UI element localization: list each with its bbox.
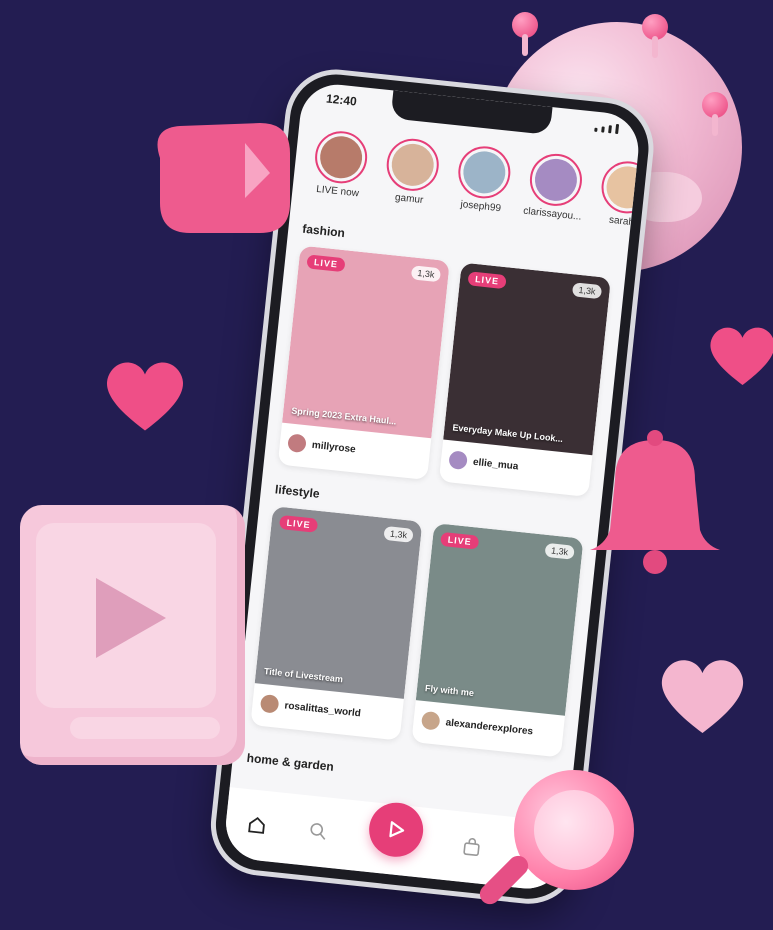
avatar [448, 450, 468, 471]
view-count: 1,3k [383, 525, 414, 543]
story-gamur[interactable]: gamur [378, 136, 447, 208]
live-badge: LIVE [278, 514, 319, 533]
stream-card[interactable]: LIVE 1,3k Spring 2023 Extra Haul... mill… [277, 245, 450, 481]
stream-title: Title of Livestream [263, 666, 344, 685]
lifestyle-row: LIVE 1,3k Title of Livestream rosalittas… [250, 506, 584, 758]
stream-card[interactable]: LIVE 1,3k Fly with me alexanderexplores [411, 523, 584, 758]
stream-title: Fly with me [424, 683, 475, 699]
home-icon[interactable] [244, 812, 270, 838]
story-live[interactable]: LIVE now [306, 128, 375, 200]
avatar [461, 149, 508, 196]
stories-row: LIVE now gamur joseph99 clarissayou... s… [306, 128, 643, 230]
section-title-lifestyle: lifestyle [274, 482, 321, 501]
bubble-decoration [157, 123, 290, 233]
view-count: 1,3k [410, 265, 442, 283]
status-time: 12:40 [325, 91, 358, 109]
pin-icon [702, 92, 728, 136]
live-badge: LIVE [467, 271, 507, 290]
bell-icon [590, 430, 720, 574]
stream-card[interactable]: LIVE 1,3k Title of Livestream rosalittas… [250, 506, 423, 741]
stream-username: millyrose [311, 439, 357, 455]
play-icon[interactable] [366, 800, 426, 860]
stream-username: rosalittas_world [283, 699, 362, 719]
avatar [259, 693, 280, 714]
stream-username: ellie_mua [472, 456, 519, 472]
section-title-home: home & garden [246, 750, 335, 774]
heart-icon [705, 320, 773, 390]
story-clarissayou[interactable]: clarissayou... [521, 151, 590, 223]
live-badge: LIVE [440, 531, 480, 550]
stream-title: Everyday Make Up Look... [451, 422, 564, 445]
signal-icon [594, 122, 620, 135]
play-box-decoration [20, 505, 245, 765]
live-badge: LIVE [306, 254, 346, 273]
scene: 12:40 LIVE now gamur joseph99 clarissayo… [0, 0, 773, 930]
heart-icon [655, 650, 750, 740]
view-count: 1,3k [571, 282, 603, 300]
phone-notch [390, 90, 553, 135]
heart-icon [100, 355, 190, 435]
avatar [287, 433, 307, 454]
pin-icon [512, 12, 538, 56]
avatar [532, 156, 580, 203]
section-title-fashion: fashion [301, 221, 346, 241]
pin-icon [642, 14, 668, 58]
story-sarahs[interactable]: sarahs [593, 158, 643, 230]
bag-icon[interactable] [458, 835, 484, 861]
avatar [420, 710, 441, 731]
view-count: 1,3k [544, 542, 575, 560]
story-joseph99[interactable]: joseph99 [449, 143, 518, 215]
magnifier-decoration [514, 770, 634, 890]
avatar [389, 141, 436, 188]
stream-username: alexanderexplores [445, 716, 534, 737]
stream-thumbnail: LIVE 1,3k Fly with me [415, 523, 584, 716]
search-icon[interactable] [305, 818, 331, 844]
stream-thumbnail: LIVE 1,3k Spring 2023 Extra Haul... [282, 245, 450, 439]
avatar [318, 134, 365, 181]
stream-title: Spring 2023 Extra Haul... [290, 405, 397, 427]
fashion-row: LIVE 1,3k Spring 2023 Extra Haul... mill… [277, 245, 611, 497]
stream-thumbnail: LIVE 1,3k Title of Livestream [254, 506, 423, 699]
avatar [604, 164, 643, 211]
